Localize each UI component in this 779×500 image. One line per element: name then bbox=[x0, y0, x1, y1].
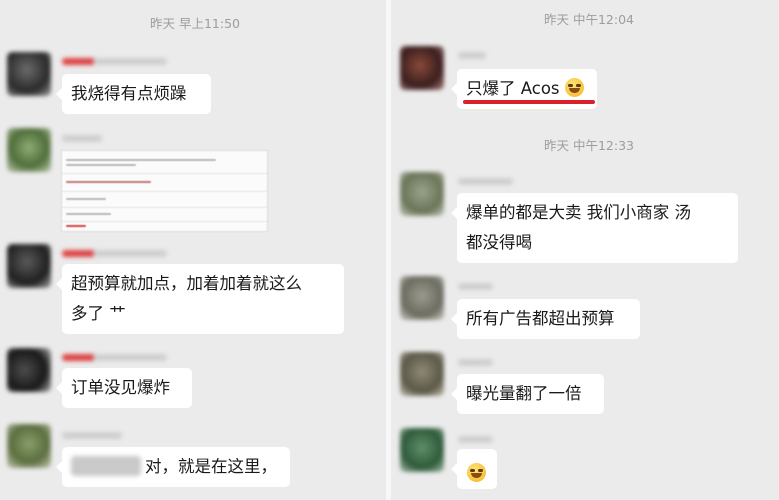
sender-name-blurred bbox=[458, 283, 493, 290]
highlight-underline bbox=[463, 100, 595, 104]
sender-name-blurred bbox=[458, 178, 513, 185]
right-chat-panel: 昨天 中午12:04 只爆了 Acos 昨天 中午12:33 爆单的都是大卖 我… bbox=[391, 0, 779, 500]
message-text-line: 多了 艹 bbox=[71, 304, 126, 323]
message-bubble[interactable]: 曝光量翻了一倍 bbox=[451, 374, 604, 414]
avatar[interactable] bbox=[7, 424, 51, 468]
left-chat-panel: 昨天 早上11:50 我烧得有点烦躁 超预算就加点，加着加着就这么 多了 艹 订… bbox=[0, 0, 386, 500]
sender-name-blurred bbox=[62, 135, 102, 142]
message-bubble[interactable]: 爆单的都是大卖 我们小商家 汤 都没得喝 bbox=[451, 193, 738, 263]
message-text: 所有广告都超出预算 bbox=[466, 309, 615, 328]
timestamp: 昨天 中午12:33 bbox=[544, 138, 634, 153]
message-text: 对，就是在这里， bbox=[145, 457, 277, 476]
sender-name-blurred bbox=[62, 354, 167, 361]
message-text-line: 爆单的都是大卖 我们小商家 汤 bbox=[466, 203, 691, 222]
avatar[interactable] bbox=[400, 428, 444, 472]
message-bubble[interactable]: 对，就是在这里， bbox=[56, 447, 290, 487]
message-text: 只爆了 Acos bbox=[466, 79, 560, 98]
timestamp: 昨天 早上11:50 bbox=[150, 16, 240, 31]
sender-name-blurred bbox=[458, 359, 493, 366]
message-bubble[interactable]: 我烧得有点烦躁 bbox=[56, 74, 211, 114]
timestamp: 昨天 中午12:04 bbox=[544, 12, 634, 27]
message-text-line: 超预算就加点，加着加着就这么 bbox=[71, 274, 302, 293]
laughing-with-tears-icon bbox=[467, 463, 486, 482]
sender-name-blurred bbox=[62, 432, 122, 439]
sender-name-blurred bbox=[62, 58, 167, 65]
avatar[interactable] bbox=[7, 244, 51, 288]
sender-name-blurred bbox=[62, 250, 167, 257]
message-text: 我烧得有点烦躁 bbox=[71, 84, 187, 103]
message-text-line: 都没得喝 bbox=[466, 233, 532, 252]
message-text: 曝光量翻了一倍 bbox=[466, 384, 582, 403]
avatar[interactable] bbox=[400, 352, 444, 396]
message-text: 订单没见爆炸 bbox=[71, 378, 170, 397]
document-screenshot-attachment[interactable] bbox=[61, 150, 268, 232]
message-bubble[interactable]: 所有广告都超出预算 bbox=[451, 299, 640, 339]
message-bubble[interactable] bbox=[451, 449, 497, 489]
avatar[interactable] bbox=[400, 172, 444, 216]
avatar[interactable] bbox=[7, 52, 51, 96]
laughing-with-tears-icon bbox=[564, 78, 584, 97]
sender-name-blurred bbox=[458, 436, 493, 443]
redacted-text bbox=[71, 456, 141, 476]
avatar[interactable] bbox=[400, 46, 444, 90]
sender-name-blurred bbox=[458, 52, 486, 59]
message-bubble[interactable]: 订单没见爆炸 bbox=[56, 368, 192, 408]
avatar[interactable] bbox=[7, 348, 51, 392]
avatar[interactable] bbox=[400, 276, 444, 320]
avatar[interactable] bbox=[7, 128, 51, 172]
message-bubble[interactable]: 超预算就加点，加着加着就这么 多了 艹 bbox=[56, 264, 344, 334]
